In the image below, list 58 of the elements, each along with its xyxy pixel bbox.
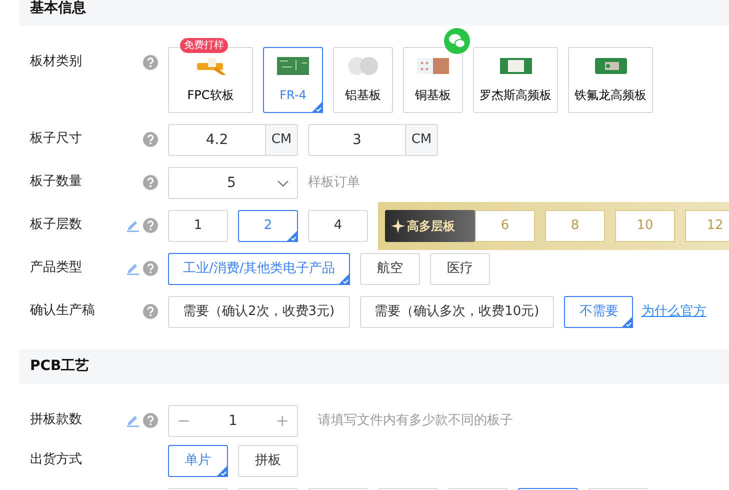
field-label: 出货方式	[30, 452, 82, 467]
option-button[interactable]: 2	[238, 210, 298, 242]
material-card[interactable]: 铜基板	[403, 47, 463, 113]
option-button[interactable]: 医疗	[430, 253, 490, 285]
material-card[interactable]: FR-4	[263, 47, 323, 113]
board-image-icon	[276, 55, 310, 77]
option-button[interactable]: 4	[308, 210, 368, 242]
field-label: 板材类别	[30, 54, 82, 69]
option-button[interactable]: 1	[168, 210, 228, 242]
option-button[interactable]: 拼板	[238, 445, 298, 477]
option-button[interactable]: 需要（确认2次，收费3元)	[168, 296, 350, 328]
check-corner-icon	[311, 101, 323, 113]
help-icon[interactable]	[143, 412, 158, 428]
material-card[interactable]: 铁氟龙高频板	[568, 47, 653, 113]
premium-label: 高多层板	[385, 210, 475, 242]
option-button[interactable]: 航空	[360, 253, 420, 285]
check-corner-icon	[286, 230, 298, 242]
field-label: 板子层数	[30, 217, 82, 232]
check-corner-icon	[621, 316, 634, 328]
hint-text: 请填写文件内有多少款不同的板子	[318, 412, 513, 430]
help-icon[interactable]	[143, 260, 158, 276]
field-label: 拼板款数	[30, 412, 82, 427]
field-label: 板子尺寸	[30, 131, 82, 146]
check-corner-icon	[216, 465, 228, 477]
pencil-icon[interactable]	[126, 413, 140, 427]
help-icon[interactable]	[143, 132, 158, 146]
field-label: 产品类型	[30, 260, 82, 275]
quantity-select[interactable]: 5	[168, 167, 298, 199]
board-image-icon	[416, 55, 450, 77]
board-image-icon	[346, 55, 380, 77]
pencil-icon[interactable]	[126, 218, 140, 232]
field-label: 确认生产稿	[30, 303, 95, 318]
material-card[interactable]: 罗杰斯高频板	[473, 47, 558, 113]
pencil-icon[interactable]	[126, 261, 140, 275]
field-label: 板子数量	[30, 174, 82, 189]
help-link[interactable]: 为什么官方	[641, 302, 706, 322]
material-card[interactable]: 铝基板	[333, 47, 393, 113]
unit-label: CM	[265, 124, 298, 156]
chat-icon[interactable]	[444, 28, 470, 54]
free-sample-badge: 免费打样	[180, 38, 228, 53]
option-button[interactable]: 需要（确认多次，收费10元)	[360, 296, 554, 328]
section-title: 基本信息	[30, 0, 86, 18]
section-title: PCB工艺	[30, 357, 90, 376]
option-button[interactable]: 单片	[168, 445, 228, 477]
help-icon[interactable]	[143, 174, 158, 190]
stepper-value: 1	[228, 412, 238, 430]
option-button[interactable]: 工业/消费/其他类电子产品	[168, 253, 350, 285]
help-icon[interactable]	[143, 304, 158, 318]
hint-text: 样板订单	[308, 174, 360, 192]
sparkle-icon	[391, 219, 405, 233]
help-icon[interactable]	[143, 54, 158, 70]
chevron-down-icon	[277, 180, 289, 186]
help-icon[interactable]	[143, 218, 158, 232]
unit-label: CM	[405, 124, 438, 156]
board-image-icon	[498, 55, 532, 77]
board-image-icon	[594, 55, 628, 77]
check-corner-icon	[338, 273, 350, 285]
option-button[interactable]: 不需要	[564, 296, 634, 328]
